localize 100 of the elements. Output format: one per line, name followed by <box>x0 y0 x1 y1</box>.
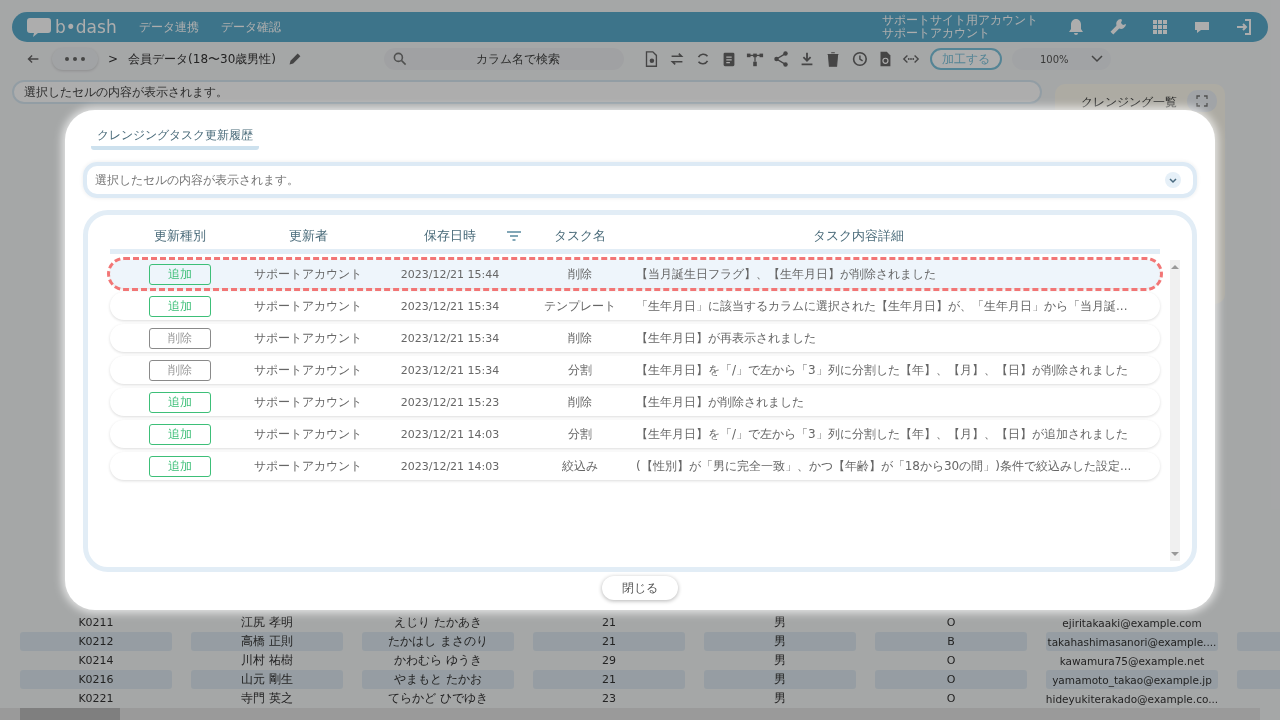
history-row[interactable]: 追加 サポートアカウント 2023/12/21 14:03 分割 【生年月日】を「/」で左から「3」列に分割した【年】、【月】、【日】が追加されました <box>110 420 1160 448</box>
table-cell-text: 【当月誕生日フラグ】、【生年月日】が削除されました <box>635 265 937 283</box>
history-row[interactable]: 追加 サポートアカウント 2023/12/21 14:03 絞込み (【性別】が「男に完全一致」、かつ【年齢】が「18から30の間」)条件で絞込みした設定... <box>110 452 1160 480</box>
chevron-down-icon <box>1165 172 1181 188</box>
table-cell-text: サポートアカウント <box>253 425 363 443</box>
table-cell-text: kawamura75@example.net <box>1058 653 1206 669</box>
close-button[interactable]: 閉じる <box>602 576 678 600</box>
table-cell-text: 分割 <box>567 425 593 443</box>
column-header: タスク内容詳細 <box>811 227 905 245</box>
table-cell-text: 分割 <box>567 361 593 379</box>
table-cell-text: 男 <box>773 614 787 631</box>
table-cell: O <box>875 670 1027 689</box>
share-icon[interactable] <box>771 50 790 68</box>
table-cell: 男 <box>704 632 856 651</box>
type-badge: 追加 <box>149 455 211 477</box>
breadcrumb[interactable]: 会員データ(18〜30歳男性) <box>128 50 276 68</box>
table-cell-text: 寺門 英之 <box>240 690 294 707</box>
table-cell: takahashimasanori@example.... <box>1046 632 1218 651</box>
table-cell-text: 「生年月日」に該当するカラムに選択された【生年月日】が、「生年月日」から「当月誕... <box>635 297 1129 315</box>
history-row[interactable]: 削除 サポートアカウント 2023/12/21 15:34 削除 【生年月日】が再表示されました <box>110 324 1160 352</box>
column-header: タスク名 <box>553 227 607 245</box>
table-cell-text: 29 <box>601 653 617 669</box>
table-cell-text: 絞込み <box>561 457 599 475</box>
table-cell: K0212 <box>20 632 172 651</box>
table-cell-text: 2023/12/21 15:34 <box>399 363 501 377</box>
table-cell-text: ejiritakaaki@example.com <box>1061 615 1203 631</box>
field-input[interactable]: 選択したセルの内容が表示されます。 <box>87 172 1165 188</box>
type-badge: 削除 <box>149 359 211 381</box>
type-badge: 追加 <box>149 295 211 317</box>
table-cell-text: hideyukiterakado@example.co... <box>1046 691 1218 707</box>
table-cell-text: 2023/12/21 15:44 <box>399 267 501 281</box>
column-header: 保存日時 <box>424 227 476 245</box>
filter-icon[interactable] <box>506 230 522 242</box>
cell-content-field[interactable]: 選択したセルの内容が表示されます。 <box>12 80 1042 104</box>
table-cell-text: サポートアカウント <box>253 361 363 379</box>
type-badge: 削除 <box>149 327 211 349</box>
table-cell-text: 【生年月日】が再表示されました <box>635 329 817 347</box>
table-cell-text: 2023/12/21 15:34 <box>399 299 501 313</box>
more-button[interactable] <box>52 48 98 70</box>
table-cell-text: 削除 <box>567 393 593 411</box>
table-cell: B <box>875 632 1027 651</box>
table-cell: やまもと たかお <box>362 670 514 689</box>
table-cell-text: K0211 <box>77 615 115 631</box>
table-cell-text: O <box>945 653 957 669</box>
zoom-select[interactable]: 100% <box>1011 48 1111 70</box>
bell-icon[interactable] <box>1066 17 1086 37</box>
table-cell-text: 削除 <box>567 329 593 347</box>
table-cell-text: 23 <box>601 691 617 707</box>
table-cell-text: O <box>945 691 957 707</box>
table-cell-text: (【性別】が「男に完全一致」、かつ【年齢】が「18から30の間」)条件で絞込みした設定... <box>635 457 1133 475</box>
cell-content-field[interactable]: 選択したセルの内容が表示されます。 <box>83 162 1197 198</box>
table-cell-text: サポートアカウント <box>253 393 363 411</box>
history-row[interactable]: 追加 サポートアカウント 2023/12/21 15:44 削除 【当月誕生日フラグ】、【生年月日】が削除されました <box>110 260 1160 288</box>
table-cell-text: 21 <box>601 615 617 631</box>
table-cell-text: 【生年月日】を「/」で左から「3」列に分割した【年】、【月】、【日】が削除されました <box>635 361 1129 379</box>
table-cell-text: 2023/12/21 15:23 <box>399 395 501 409</box>
search-icon <box>391 51 408 67</box>
search-field[interactable]: カラム名で検索 <box>383 48 624 70</box>
type-badge: 追加 <box>149 423 211 445</box>
dialog-title: クレンジングタスク更新履歴 <box>91 127 259 150</box>
table-cell-text: 削除 <box>567 265 593 283</box>
speech-bubble-icon <box>26 16 52 38</box>
table-cell-text: K0221 <box>77 691 115 707</box>
grid-icon[interactable] <box>1150 17 1170 37</box>
history-row[interactable]: 追加 サポートアカウント 2023/12/21 15:34 テンプレート 「生年月日」に該当するカラムに選択された【生年月日】が、「生年月日」から「当月誕... <box>110 292 1160 320</box>
account-name: サポートアカウント <box>882 27 991 40</box>
breadcrumb-separator: > <box>108 52 119 66</box>
scroll-down-icon[interactable] <box>1171 551 1179 557</box>
history-row[interactable]: 追加 サポートアカウント 2023/12/21 15:23 削除 【生年月日】が削除されました <box>110 388 1160 416</box>
type-badge: 追加 <box>149 263 211 285</box>
wrench-icon[interactable] <box>1108 17 1128 37</box>
table-cell-text: 2023/12/21 15:34 <box>399 331 501 345</box>
table-cell: たかはし まさのり <box>362 632 514 651</box>
table-cell-text: サポートアカウント <box>253 297 363 315</box>
chevron-down-icon <box>1090 55 1103 63</box>
column-header: 更新種別 <box>153 227 207 245</box>
history-row[interactable]: 削除 サポートアカウント 2023/12/21 15:34 分割 【生年月日】を「/」で左から「3」列に分割した【年】、【月】、【日】が削除されました <box>110 356 1160 384</box>
table-cell-text: 【生年月日】を「/」で左から「3」列に分割した【年】、【月】、【日】が追加されました <box>635 425 1129 443</box>
table-cell: 山元 剛生 <box>191 670 343 689</box>
table-cell-text: サポートアカウント <box>253 457 363 475</box>
scroll-up-icon[interactable] <box>1171 264 1179 270</box>
table-cell-text: 男 <box>773 690 787 707</box>
table-cell: yamamoto_takao@example.jp <box>1046 670 1218 689</box>
account-name: サポートサイト用アカウント <box>882 14 1038 27</box>
table-cell-text: かわむら ゆうき <box>393 652 483 669</box>
table-cell-text: えじり たかあき <box>393 614 483 631</box>
logout-icon[interactable] <box>1234 17 1254 37</box>
horizontal-scrollbar[interactable] <box>0 708 1260 720</box>
table-cell-text: 男 <box>773 652 787 669</box>
table-cell-text: サポートアカウント <box>253 265 363 283</box>
table-cell-text: テンプレート <box>543 297 617 315</box>
table-cell-text: O <box>945 615 957 631</box>
table-cell-text: サポートアカウント <box>253 329 363 347</box>
table-cell-text: 2023/12/21 14:03 <box>399 427 501 441</box>
table-cell: 男 <box>704 670 856 689</box>
table-cell: K0216 <box>20 670 172 689</box>
vertical-scrollbar[interactable] <box>1170 260 1180 561</box>
type-badge: 追加 <box>149 391 211 413</box>
table-cell: 高橋 正則 <box>191 632 343 651</box>
expand-button[interactable] <box>1187 90 1217 112</box>
